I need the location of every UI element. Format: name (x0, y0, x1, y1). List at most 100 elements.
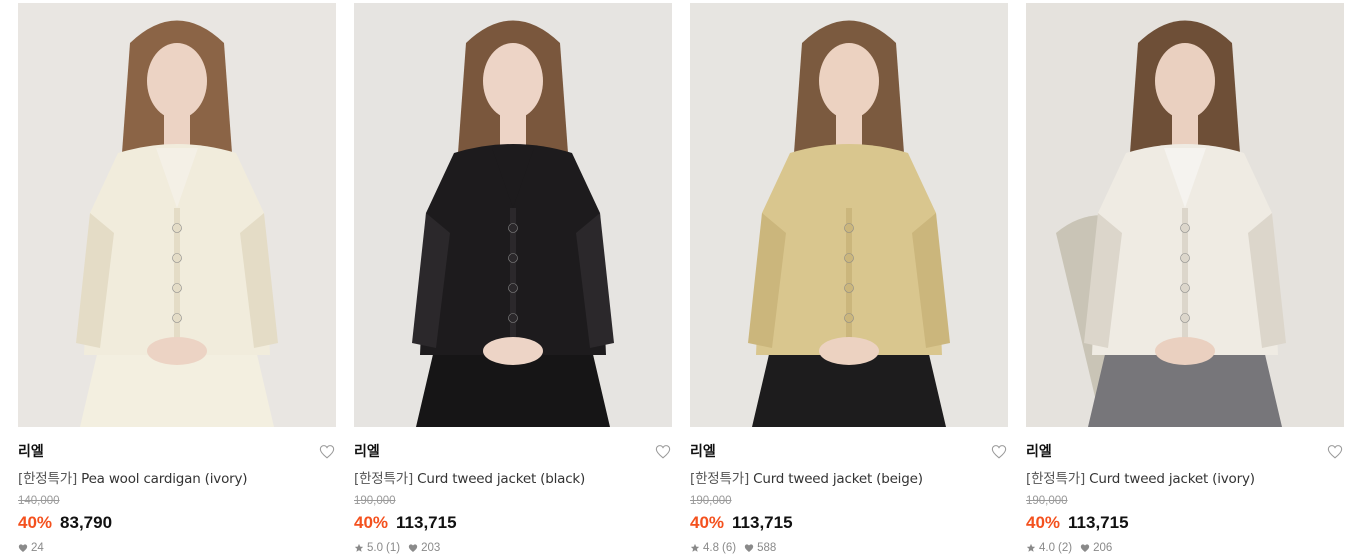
product-name: Pea wool cardigan (ivory) (81, 471, 248, 487)
product-image[interactable] (354, 3, 672, 427)
button (844, 253, 854, 263)
wishlist-heart-icon[interactable] (318, 442, 336, 460)
rating: 4.0 (2) (1026, 542, 1072, 554)
hands (483, 337, 543, 365)
brand-name[interactable]: 리엘 (18, 441, 44, 461)
model-photo (690, 3, 1008, 427)
product-meta: 24 (18, 542, 336, 554)
discount-rate: 40% (690, 513, 725, 532)
star-icon (690, 543, 700, 552)
rating-value: 5.0 (367, 542, 383, 554)
original-price: 140,000 (18, 495, 60, 507)
button (844, 313, 854, 323)
heart-filled-icon (18, 544, 28, 552)
product-title[interactable]: [한정특가] Pea wool cardigan (ivory) (18, 467, 336, 487)
button (508, 223, 518, 233)
sale-price: 113,715 (1068, 513, 1129, 532)
button (508, 253, 518, 263)
product-meta: 5.0 (1) 203 (354, 542, 672, 554)
button (844, 223, 854, 233)
button (172, 313, 182, 323)
product-card[interactable]: 리엘 [한정특가] Curd tweed jacket (ivory) 190,… (1026, 3, 1344, 554)
model-photo (1026, 3, 1344, 427)
sale-price: 113,715 (396, 513, 457, 532)
button (508, 313, 518, 323)
review-count: (6) (722, 542, 737, 554)
button (1180, 253, 1190, 263)
hands (819, 337, 879, 365)
product-title[interactable]: [한정특가] Curd tweed jacket (ivory) (1026, 467, 1344, 487)
brand-row: 리엘 (1026, 442, 1344, 460)
original-price: 190,000 (690, 495, 732, 507)
heart-filled-icon (744, 544, 754, 552)
wishlist-heart-icon[interactable] (654, 442, 672, 460)
original-price: 190,000 (354, 495, 396, 507)
button (844, 283, 854, 293)
product-image[interactable] (690, 3, 1008, 427)
product-name: Curd tweed jacket (black) (417, 471, 586, 487)
rating-value: 4.8 (703, 542, 719, 554)
brand-row: 리엘 (18, 442, 336, 460)
price-row: 40% 113,715 (1026, 513, 1344, 533)
face (147, 43, 207, 119)
button (508, 283, 518, 293)
product-grid: 리엘 [한정특가] Pea wool cardigan (ivory) 140,… (18, 3, 1344, 554)
star-icon (1026, 543, 1036, 552)
button (172, 223, 182, 233)
likes: 24 (18, 542, 44, 554)
wishlist-heart-icon[interactable] (1326, 442, 1344, 460)
rating: 4.8 (6) (690, 542, 736, 554)
likes-count: 206 (1093, 542, 1113, 554)
review-count: (1) (386, 542, 401, 554)
product-image[interactable] (1026, 3, 1344, 427)
price-row: 40% 113,715 (690, 513, 1008, 533)
model-photo (18, 3, 336, 427)
promo-tag: [한정특가] (1026, 471, 1086, 487)
discount-rate: 40% (1026, 513, 1061, 532)
product-title[interactable]: [한정특가] Curd tweed jacket (beige) (690, 467, 1008, 487)
likes-count: 24 (31, 542, 44, 554)
promo-tag: [한정특가] (18, 471, 78, 487)
star-icon (354, 543, 364, 552)
sale-price: 113,715 (732, 513, 793, 532)
button (172, 253, 182, 263)
button (1180, 313, 1190, 323)
likes: 206 (1080, 542, 1112, 554)
brand-name[interactable]: 리엘 (1026, 441, 1052, 461)
hands (1155, 337, 1215, 365)
face (1155, 43, 1215, 119)
review-count: (2) (1058, 542, 1073, 554)
product-name: Curd tweed jacket (beige) (753, 471, 923, 487)
button (1180, 283, 1190, 293)
likes: 203 (408, 542, 440, 554)
product-card[interactable]: 리엘 [한정특가] Curd tweed jacket (black) 190,… (354, 3, 672, 554)
button (1180, 223, 1190, 233)
heart-filled-icon (408, 544, 418, 552)
product-title[interactable]: [한정특가] Curd tweed jacket (black) (354, 467, 672, 487)
brand-name[interactable]: 리엘 (354, 441, 380, 461)
rating-value: 4.0 (1039, 542, 1055, 554)
product-meta: 4.8 (6) 588 (690, 542, 1008, 554)
product-name: Curd tweed jacket (ivory) (1089, 471, 1255, 487)
product-meta: 4.0 (2) 206 (1026, 542, 1344, 554)
discount-rate: 40% (18, 513, 53, 532)
price-row: 40% 83,790 (18, 513, 336, 533)
face (483, 43, 543, 119)
promo-tag: [한정특가] (354, 471, 414, 487)
original-price: 190,000 (1026, 495, 1068, 507)
discount-rate: 40% (354, 513, 389, 532)
likes: 588 (744, 542, 776, 554)
wishlist-heart-icon[interactable] (990, 442, 1008, 460)
heart-filled-icon (1080, 544, 1090, 552)
product-card[interactable]: 리엘 [한정특가] Curd tweed jacket (beige) 190,… (690, 3, 1008, 554)
model-photo (354, 3, 672, 427)
brand-name[interactable]: 리엘 (690, 441, 716, 461)
face (819, 43, 879, 119)
rating: 5.0 (1) (354, 542, 400, 554)
sale-price: 83,790 (60, 513, 113, 532)
hands (147, 337, 207, 365)
product-card[interactable]: 리엘 [한정특가] Pea wool cardigan (ivory) 140,… (18, 3, 336, 554)
brand-row: 리엘 (354, 442, 672, 460)
product-image[interactable] (18, 3, 336, 427)
button (172, 283, 182, 293)
